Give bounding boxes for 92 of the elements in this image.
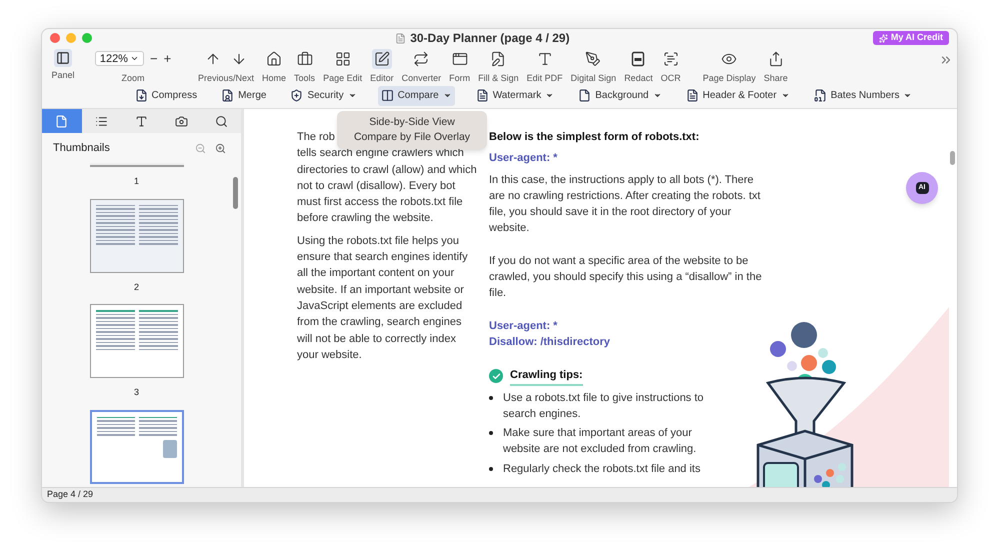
- tool-icon: [290, 89, 304, 102]
- sidebar-title: Thumbnails: [53, 140, 111, 156]
- subtoolbar-button[interactable]: Background: [575, 86, 665, 106]
- page-number: 2: [134, 280, 139, 294]
- tool-icon: [578, 89, 592, 102]
- scan-text-icon: [662, 51, 679, 67]
- subtoolbar-button[interactable]: Header & Footer: [682, 86, 793, 106]
- panel-button[interactable]: Panel: [46, 49, 80, 82]
- tip-text: Use a robots.txt file to give instructions to search engines.: [503, 390, 705, 422]
- tab-icon: [55, 114, 68, 128]
- body-text: If you do not want a specific area of the website to be crawled, you should specify this using a “disallow” in the file.: [489, 254, 763, 302]
- code-line: Disallow: /thisdirectory: [489, 334, 612, 350]
- close-button[interactable]: [50, 33, 60, 43]
- panel-icon: [56, 51, 70, 65]
- toolbar-button[interactable]: Previous/Next: [194, 49, 258, 86]
- tool-icon: [476, 89, 489, 102]
- form-icon: [452, 51, 468, 67]
- pen-nib-icon: [585, 51, 602, 67]
- zoom-label: Zoom: [121, 72, 144, 84]
- bullet-icon: [489, 396, 493, 400]
- tips-heading: Crawling tips:: [510, 367, 583, 386]
- pen-file-icon: [490, 51, 506, 67]
- toolbar-button[interactable]: Share: [760, 49, 792, 86]
- minimize-button[interactable]: [66, 33, 76, 43]
- home-icon: [266, 51, 282, 67]
- sparkle-icon: [878, 34, 888, 42]
- menu-item[interactable]: Compare by File Overlay: [354, 130, 470, 145]
- toolbar-button[interactable]: Redact: [620, 49, 657, 86]
- ai-credit-button[interactable]: My AI Credit: [872, 31, 949, 45]
- tab-icon: [134, 114, 148, 128]
- subtoolbar-button[interactable]: Compress: [132, 86, 200, 106]
- tip-text: Make sure that important areas of your website are not excluded from crawling.: [503, 426, 698, 458]
- page-number: 3: [134, 386, 139, 399]
- subtoolbar-button[interactable]: Security: [287, 86, 360, 106]
- check-icon: [489, 369, 503, 384]
- toolbar-button[interactable]: Converter: [398, 49, 446, 86]
- bullet-icon: [489, 431, 493, 436]
- tool-icon: [814, 89, 827, 102]
- briefcase-icon: [296, 51, 313, 67]
- toolbar-button[interactable]: Edit PDF: [522, 49, 567, 86]
- bullet-icon: [489, 466, 493, 471]
- tab-icon: [214, 114, 228, 128]
- edit-icon: [374, 51, 390, 67]
- page-thumbnail[interactable]: [90, 163, 184, 167]
- scrollbar-thumb[interactable]: [233, 177, 238, 209]
- page-number: 1: [134, 175, 139, 188]
- toolbar-button[interactable]: Form: [445, 49, 474, 86]
- code-line: User-agent: *: [489, 318, 558, 334]
- code-line: User-agent: *: [489, 151, 558, 166]
- zoom-select[interactable]: 122%: [94, 51, 144, 66]
- tool-icon: [380, 89, 394, 102]
- page-thumbnail[interactable]: [90, 198, 184, 272]
- body-text: Using the robots.txt file helps you ensure that search engines identify all the important content on your website. If an important website or JavaScript elements are excluded from the crawling, search engines will not be able to correctly index your website.: [297, 234, 469, 363]
- tool-icon: [686, 89, 699, 102]
- maximize-button[interactable]: [82, 33, 92, 43]
- body-text: tells search engine crawlers which directories to crawl (allow) and which not to crawl (disallow). Every bot must first access the robots.txt file before crawling the website.: [297, 146, 477, 226]
- body-text: The rob: [297, 130, 335, 145]
- document-icon: [395, 32, 406, 44]
- body-text: In this case, the instructions apply to all bots (*). There are no crawling restrictions. After creating the robots. txt file, you should save it in the root directory of your website.: [489, 172, 762, 236]
- window-title: 30-Day Planner (page 4 / 29): [410, 30, 570, 47]
- grid-icon: [334, 51, 351, 67]
- tool-icon: [134, 89, 148, 102]
- toolbar-button[interactable]: Digital Sign: [566, 49, 620, 86]
- section-heading: Below is the simplest form of robots.txt:: [489, 130, 700, 145]
- zoom-out-button[interactable]: −: [150, 49, 158, 68]
- toolbar-button[interactable]: OCR: [656, 49, 685, 86]
- toolbar-button[interactable]: Tools: [290, 49, 320, 86]
- redact-icon: [630, 51, 646, 67]
- tab-icon: [174, 114, 188, 128]
- toolbar-button[interactable]: Page Edit: [319, 49, 366, 86]
- subtoolbar-button[interactable]: Compare: [378, 86, 455, 106]
- tip-text: Regularly check the robots.txt file and its: [503, 462, 702, 477]
- convert-icon: [413, 51, 430, 67]
- toolbar-button[interactable]: Page Display: [698, 49, 760, 86]
- subtoolbar-button[interactable]: Bates Numbers: [810, 86, 916, 106]
- page-thumbnail[interactable]: [90, 304, 184, 378]
- page-thumbnail[interactable]: [90, 410, 184, 484]
- zoom-in-icon[interactable]: [215, 142, 226, 154]
- eye-icon: [721, 51, 738, 67]
- tool-icon: [221, 89, 234, 102]
- scrollbar-thumb[interactable]: [950, 151, 955, 165]
- toolbar-button[interactable]: Home: [258, 49, 290, 86]
- subtoolbar-button[interactable]: Watermark: [472, 86, 558, 106]
- toolbar-button[interactable]: Editor: [366, 49, 398, 86]
- toolbar-button[interactable]: Fill & Sign: [474, 49, 523, 86]
- zoom-out-icon[interactable]: [195, 142, 206, 154]
- text-cursor-icon: [536, 51, 553, 67]
- subtoolbar-button[interactable]: Merge: [218, 86, 270, 106]
- share-icon: [768, 51, 784, 67]
- zoom-in-button[interactable]: +: [164, 49, 172, 68]
- menu-item[interactable]: Side-by-Side View: [369, 115, 455, 130]
- status-bar-text: Page 4 / 29: [47, 488, 94, 502]
